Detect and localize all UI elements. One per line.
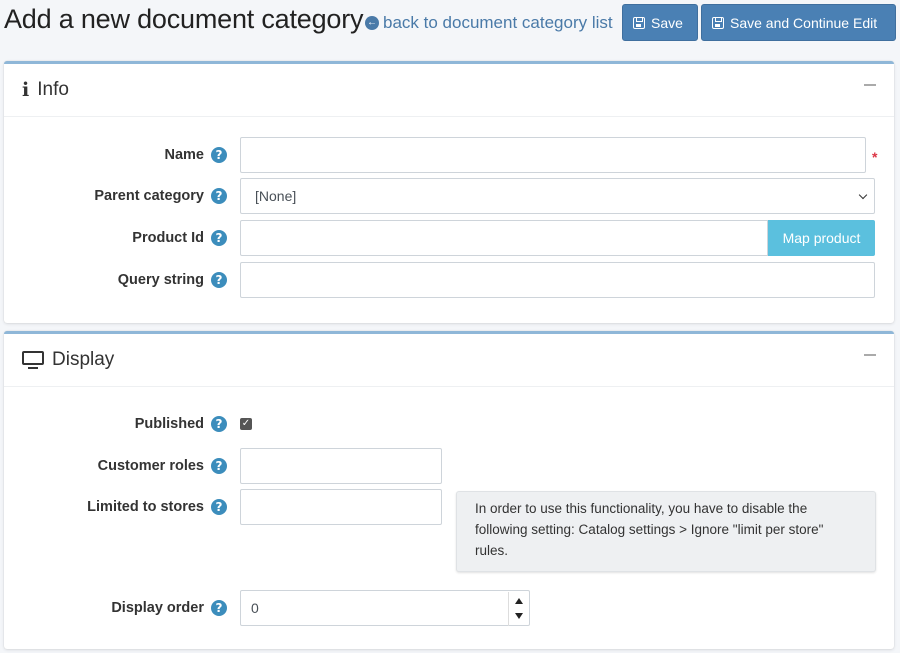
required-star: * xyxy=(872,149,878,165)
query-string-input[interactable] xyxy=(240,262,875,298)
published-label: Published xyxy=(134,416,204,432)
minus-icon[interactable] xyxy=(864,84,876,86)
parent-category-row: Parent category ? [None] xyxy=(4,178,894,214)
info-card-header[interactable]: i Info xyxy=(4,64,894,117)
limited-to-stores-label: Limited to stores xyxy=(87,499,204,515)
product-id-row: Product Id ? Map product xyxy=(4,220,894,256)
monitor-icon xyxy=(22,350,44,370)
query-string-label: Query string xyxy=(117,272,204,288)
parent-category-select[interactable]: [None] xyxy=(240,178,875,214)
minus-icon[interactable] xyxy=(864,354,876,356)
map-product-button[interactable]: Map product xyxy=(768,220,875,256)
number-spinner xyxy=(508,592,528,626)
display-card-title: Display xyxy=(52,349,115,370)
back-link-label: back to document category list xyxy=(383,13,613,32)
spin-down-icon[interactable] xyxy=(515,613,523,619)
back-to-list-link[interactable]: ← back to document category list xyxy=(365,13,613,33)
save-button[interactable]: Save xyxy=(622,4,698,41)
display-card: Display Published ? ✓ Customer roles ? L… xyxy=(4,331,894,649)
spin-up-icon[interactable] xyxy=(515,598,523,604)
store-limit-hint: In order to use this functionality, you … xyxy=(456,491,876,572)
page-title: Add a new document category xyxy=(4,4,364,34)
product-id-input[interactable] xyxy=(240,220,768,256)
name-row: Name ? * xyxy=(4,137,894,173)
display-order-label: Display order xyxy=(111,600,204,616)
floppy-disk-icon xyxy=(633,16,645,29)
product-id-label: Product Id xyxy=(132,230,204,246)
parent-category-value: [None] xyxy=(255,188,297,204)
info-icon: i xyxy=(22,79,30,101)
floppy-disk-icon xyxy=(712,16,724,29)
display-order-input[interactable]: 0 xyxy=(240,590,530,626)
display-order-row: Display order ? 0 xyxy=(4,590,894,626)
save-button-label: Save xyxy=(651,14,683,31)
published-row: Published ? ✓ xyxy=(4,406,894,442)
question-circle-icon[interactable]: ? xyxy=(211,188,227,204)
question-circle-icon[interactable]: ? xyxy=(211,416,227,432)
limited-to-stores-input[interactable] xyxy=(240,489,442,525)
save-continue-button[interactable]: Save and Continue Edit xyxy=(701,4,896,41)
name-input[interactable] xyxy=(240,137,866,173)
customer-roles-input[interactable] xyxy=(240,448,442,484)
customer-roles-label: Customer roles xyxy=(97,458,204,474)
question-circle-icon[interactable]: ? xyxy=(211,230,227,246)
question-circle-icon[interactable]: ? xyxy=(211,458,227,474)
save-continue-button-label: Save and Continue Edit xyxy=(730,14,878,31)
display-order-value: 0 xyxy=(251,600,259,616)
display-card-header[interactable]: Display xyxy=(4,334,894,387)
question-circle-icon[interactable]: ? xyxy=(211,147,227,163)
customer-roles-row: Customer roles ? xyxy=(4,448,894,484)
chevron-down-icon xyxy=(858,190,868,200)
published-checkbox[interactable]: ✓ xyxy=(240,418,252,430)
question-circle-icon[interactable]: ? xyxy=(211,600,227,616)
name-label: Name xyxy=(164,147,205,163)
question-circle-icon[interactable]: ? xyxy=(211,272,227,288)
query-string-row: Query string ? xyxy=(4,262,894,298)
info-card-title: Info xyxy=(37,79,69,100)
parent-category-label: Parent category xyxy=(94,188,204,204)
question-circle-icon[interactable]: ? xyxy=(211,499,227,515)
info-card: i Info Name ? * Parent category ? [None]… xyxy=(4,61,894,323)
arrow-left-circle-icon: ← xyxy=(365,16,379,30)
